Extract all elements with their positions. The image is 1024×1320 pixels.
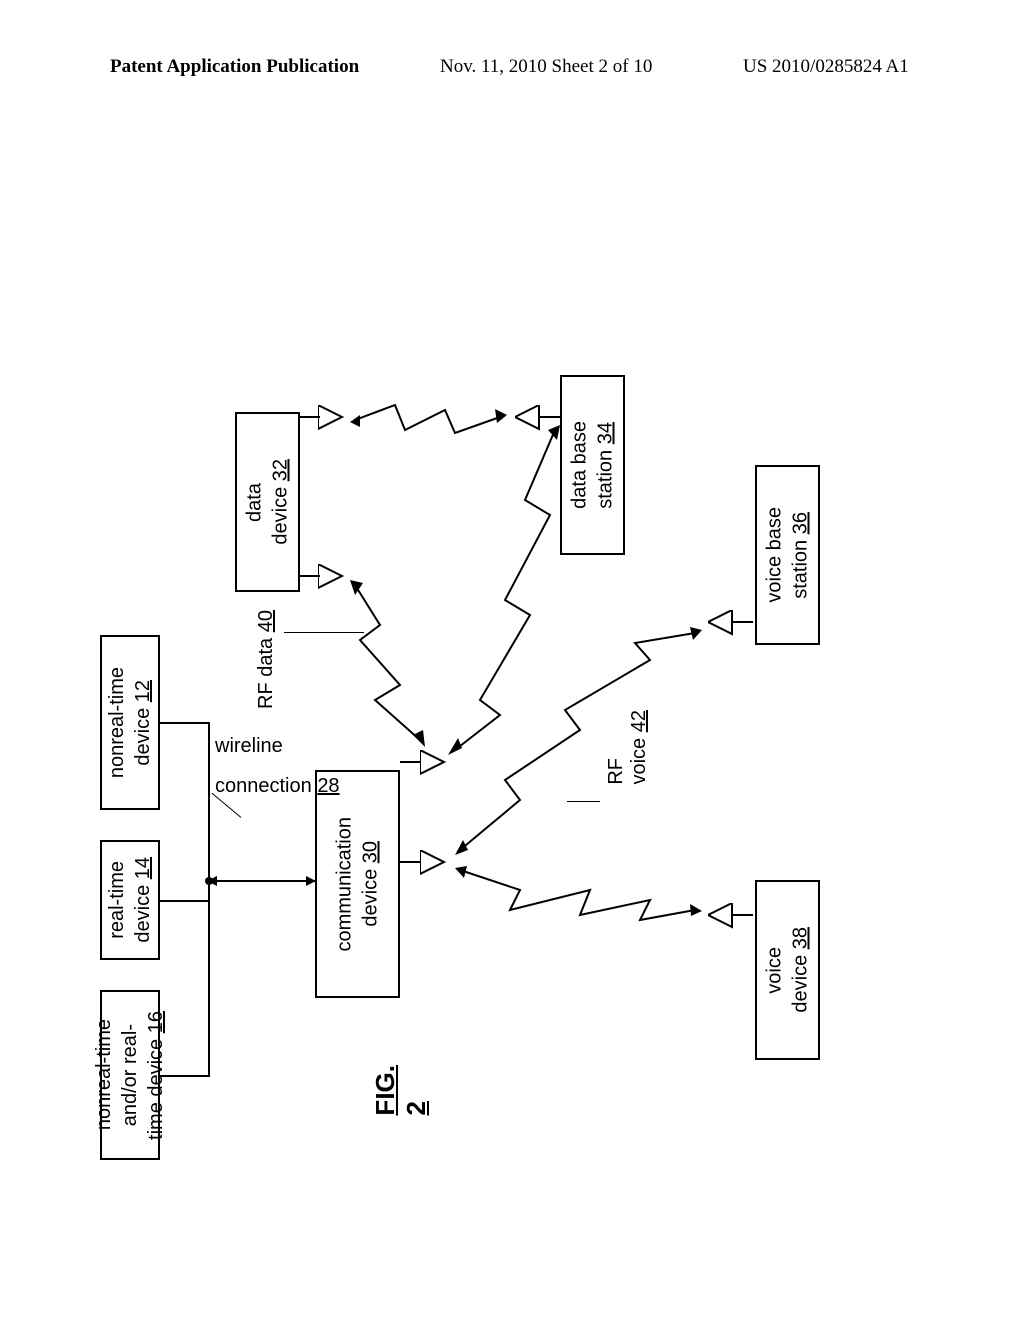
antenna-stem (300, 416, 320, 418)
line (208, 880, 315, 882)
junction-dot (205, 877, 213, 885)
box-real-time-device: real-timedevice 14 (100, 840, 160, 960)
box-voice-device: voicedevice 38 (755, 880, 820, 1060)
rf-wave-icon (345, 575, 455, 755)
line (160, 1075, 210, 1077)
antenna-stem (733, 914, 753, 916)
box-data-device: datadevice 32 (235, 412, 300, 592)
line (160, 900, 210, 902)
line (208, 722, 210, 1077)
box-communication-device: communicationdevice 30 (315, 770, 400, 998)
box-nonreal-real-time-device: nonreal-timeand/or real-time device 16 (100, 990, 160, 1160)
antenna-icon (318, 564, 348, 594)
label-rf-data: RF data 40 (255, 610, 278, 709)
antenna-stem (400, 761, 420, 763)
antenna-stem (540, 416, 560, 418)
label-wireline: wireline (215, 735, 283, 758)
header-right: US 2010/0285824 A1 (743, 56, 909, 78)
antenna-stem (300, 575, 320, 577)
box-nonreal-time-device: nonreal-timedevice 12 (100, 635, 160, 810)
antenna-icon (708, 903, 738, 933)
line (160, 722, 210, 724)
antenna-stem (733, 621, 753, 623)
antenna-icon (708, 610, 738, 640)
figure-diagram: nonreal-timedevice 12 real-timedevice 14… (100, 180, 930, 1090)
box-voice-base-station: voice basestation 36 (755, 465, 820, 645)
antenna-icon (318, 405, 348, 435)
rf-wave-icon (450, 860, 710, 940)
label-wireline-connection: connection 28 (215, 775, 340, 798)
antenna-icon (420, 850, 450, 880)
antenna-stem (400, 861, 420, 863)
rf-wave-icon (450, 625, 710, 875)
header-mid: Nov. 11, 2010 Sheet 2 of 10 (440, 56, 652, 78)
figure-label: FIG. 2 (370, 1065, 432, 1116)
header-left: Patent Application Publication (110, 56, 359, 78)
